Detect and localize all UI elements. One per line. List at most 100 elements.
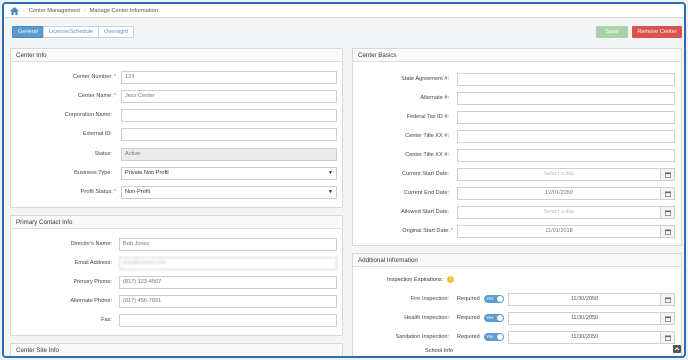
panel-title: Center Site Info	[11, 344, 342, 356]
fire-inspection-required-toggle[interactable]: Yes	[484, 295, 504, 303]
directors-name-label: Director's Name:	[70, 241, 112, 247]
calendar-icon[interactable]	[661, 187, 675, 200]
business-type-select[interactable]: Private Non Profit ▼	[121, 167, 337, 180]
sanitation-inspection-label: Sanitation Inspection:	[395, 334, 450, 340]
home-icon[interactable]	[10, 6, 19, 15]
info-icon[interactable]: i	[446, 276, 454, 283]
health-inspection-required-toggle[interactable]: Yes	[484, 314, 504, 322]
alternate-phone-field[interactable]: (817) 456-7891	[119, 295, 337, 308]
original-start-date-row: Original Start Date:* 11/01/2018	[353, 225, 681, 239]
breadcrumb-separator: ›	[23, 7, 25, 14]
current-start-date-label: Current Start Date:	[402, 171, 449, 177]
breadcrumb: › Center Management › Manage Center Info…	[4, 4, 684, 18]
center-name-row: Center Name:* Jess Center	[11, 90, 342, 104]
alternate-phone-label: Alternate Phone:	[70, 298, 112, 304]
required-label: Required	[457, 334, 480, 340]
save-button[interactable]: Save	[596, 26, 628, 38]
center-title-xx-field[interactable]	[457, 149, 675, 162]
current-end-date-row: Current End Date: 12/01/2050	[353, 187, 681, 201]
inspection-expirations-heading: Inspection Expirations: i	[387, 276, 454, 283]
external-id-label: External ID:	[82, 131, 112, 137]
dropdown-caret-icon: ▼	[328, 189, 333, 195]
center-name-field[interactable]: Jess Center	[121, 90, 337, 103]
calendar-icon[interactable]	[661, 293, 675, 306]
sanitation-inspection-date-field[interactable]: 11/30/2050	[508, 331, 661, 344]
breadcrumb-item-center-management[interactable]: Center Management	[29, 8, 80, 14]
profit-status-label: Profit Status:	[80, 189, 113, 195]
center-basics-panel: Center Basics State Agreement #: Alterna…	[352, 48, 682, 246]
school-info-heading: School Info	[425, 348, 453, 354]
federal-tax-label: Federal Tax ID #:	[406, 114, 450, 120]
status-row: Status: Active	[11, 148, 342, 162]
business-type-value: Private Non Profit	[125, 170, 169, 176]
required-label: Required	[457, 296, 480, 302]
federal-tax-field[interactable]	[457, 111, 675, 124]
state-agreement-field[interactable]	[457, 73, 675, 86]
directors-name-field[interactable]: Bob Jones	[119, 238, 337, 251]
chevron-up-icon	[674, 347, 680, 351]
additional-info-panel: Additional Information Inspection Expira…	[352, 253, 682, 356]
center-number-row: Center Number:* 123	[11, 71, 342, 85]
current-start-date-row: Current Start Date: Select a day	[353, 168, 681, 182]
center-number-label: Center Number:	[73, 74, 113, 80]
panel-title: Center Info	[11, 49, 342, 62]
panel-title: Primary Contact Info	[11, 216, 342, 229]
external-id-field[interactable]	[121, 128, 337, 141]
center-number-field[interactable]: 123	[121, 71, 337, 84]
calendar-icon[interactable]	[661, 168, 675, 181]
center-title-xx-label: Center Title XX #:	[405, 133, 449, 139]
email-row: Email Address: jess@center.com	[11, 257, 342, 271]
allowed-start-date-row: Allowed Start Date: Select a day	[353, 206, 681, 220]
alternate-number-row: Alternate #:	[353, 92, 681, 106]
current-end-date-field[interactable]: 12/01/2050	[457, 187, 661, 200]
corporation-name-field[interactable]	[121, 109, 337, 122]
health-inspection-row: Health Inspection: Required Yes 11/30/20…	[353, 312, 681, 326]
calendar-icon[interactable]	[661, 312, 675, 325]
panel-title: Center Basics	[353, 49, 681, 62]
directors-name-row: Director's Name: Bob Jones	[11, 238, 342, 252]
state-agreement-label: State Agreement #:	[401, 76, 449, 82]
status-field: Active	[121, 148, 337, 161]
inspection-expirations-label: Inspection Expirations:	[387, 276, 444, 283]
required-marker: *	[450, 228, 453, 234]
scroll-to-top-button[interactable]	[673, 345, 681, 353]
external-id-row: External ID:	[11, 128, 342, 142]
center-name-label: Center Name:	[77, 93, 113, 99]
alternate-number-field[interactable]	[457, 92, 675, 105]
fax-row: Fax:	[11, 314, 342, 328]
fire-inspection-date-field[interactable]: 11/30/2050	[508, 293, 661, 306]
primary-phone-row: Primary Phone: (817) 123-4567	[11, 276, 342, 290]
alternate-number-label: Alternate #:	[420, 95, 449, 101]
business-type-label: Business Type:	[74, 170, 112, 176]
profit-status-row: Profit Status:* Non-Profit ▼	[11, 186, 342, 200]
current-end-date-label: Current End Date:	[403, 190, 449, 196]
calendar-icon[interactable]	[661, 225, 675, 238]
tab-general[interactable]: General	[12, 26, 44, 38]
calendar-icon[interactable]	[661, 331, 675, 344]
remove-center-button[interactable]: Remove Center	[632, 26, 682, 38]
primary-contact-panel: Primary Contact Info Director's Name: Bo…	[10, 215, 343, 336]
email-field[interactable]: jess@center.com	[119, 257, 337, 270]
primary-phone-field[interactable]: (817) 123-4567	[119, 276, 337, 289]
current-start-date-field[interactable]: Select a day	[457, 168, 661, 181]
fire-inspection-row: Fire Inspection: Required Yes 11/30/2050	[353, 293, 681, 307]
required-marker: *	[113, 93, 116, 99]
tab-bar: General License/Schedule Oversight	[12, 26, 135, 38]
sanitation-inspection-required-toggle[interactable]: Yes	[484, 333, 504, 341]
calendar-icon[interactable]	[661, 206, 675, 219]
center-info-panel: Center Info Center Number:* 123 Center N…	[10, 48, 343, 208]
original-start-date-field[interactable]: 11/01/2018	[457, 225, 661, 238]
center-title-xx-field[interactable]	[457, 130, 675, 143]
breadcrumb-item-manage-center-information: Manage Center Information	[89, 7, 158, 14]
toggle-label: Yes	[486, 334, 494, 339]
panel-title: Additional Information	[353, 254, 681, 267]
tab-oversight[interactable]: Oversight	[98, 26, 135, 38]
fax-field[interactable]	[119, 314, 337, 327]
allowed-start-date-field[interactable]: Select a day	[457, 206, 661, 219]
tab-license-schedule[interactable]: License/Schedule	[42, 26, 100, 38]
profit-status-select[interactable]: Non-Profit ▼	[121, 186, 337, 199]
toggle-label: Yes	[486, 315, 494, 320]
health-inspection-date-field[interactable]: 11/30/2050	[508, 312, 661, 325]
toggle-knob	[497, 296, 503, 302]
required-label: Required	[457, 315, 480, 321]
